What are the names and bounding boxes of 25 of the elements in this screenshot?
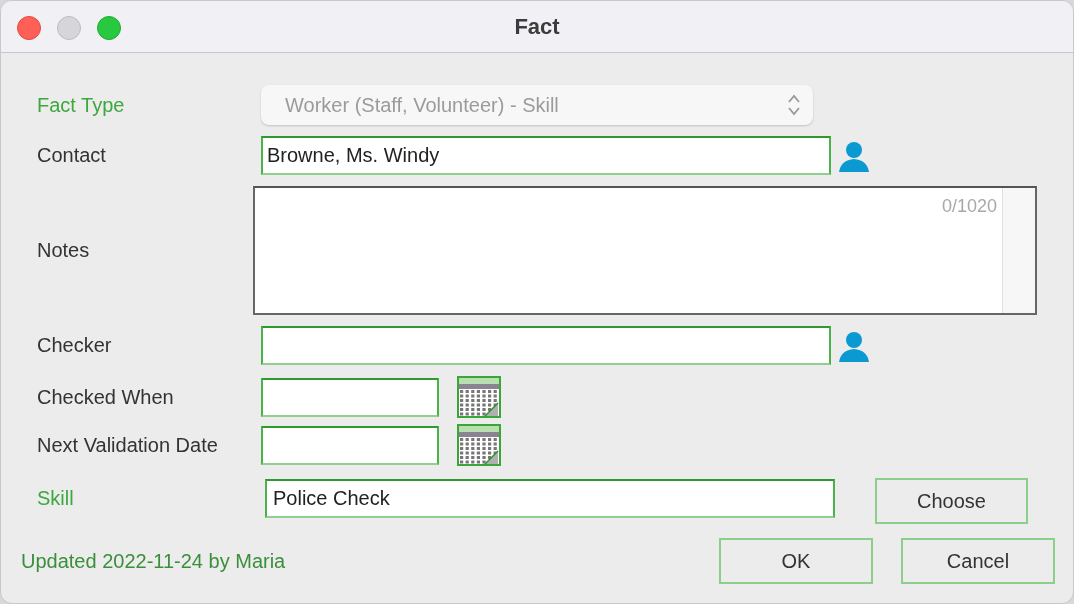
calendar-icon[interactable] <box>457 424 501 466</box>
input-field[interactable]: Browne, Ms. Windy <box>261 136 831 175</box>
field-label: Skill <box>37 486 75 510</box>
dialog-button[interactable]: Cancel <box>901 538 1055 584</box>
field-label: Next Validation Date <box>37 433 219 457</box>
date-field[interactable] <box>261 425 439 465</box>
field-label: Checker <box>37 334 113 357</box>
window-title: Fact <box>514 13 560 40</box>
field-label: Fact Type <box>37 93 126 117</box>
person-icon[interactable] <box>837 329 871 362</box>
dialog-button[interactable]: OK <box>719 538 873 584</box>
person-icon[interactable] <box>837 139 871 172</box>
calendar-icon[interactable] <box>457 376 501 418</box>
zoom-button[interactable] <box>97 16 121 40</box>
input-field[interactable]: Police Check <box>265 478 835 518</box>
choose-button[interactable]: Choose <box>875 478 1028 524</box>
field-label: Notes <box>37 239 91 262</box>
status-text: Updated 2022-11-24 by Maria <box>21 549 286 573</box>
close-button[interactable] <box>17 16 41 40</box>
up-down-arrows-icon <box>787 93 801 117</box>
field-label: Contact <box>37 144 107 167</box>
date-field[interactable] <box>261 377 439 417</box>
input-field[interactable] <box>261 326 831 365</box>
field-label: Checked When <box>37 385 175 409</box>
character-counter: 0/1020 <box>941 196 997 217</box>
